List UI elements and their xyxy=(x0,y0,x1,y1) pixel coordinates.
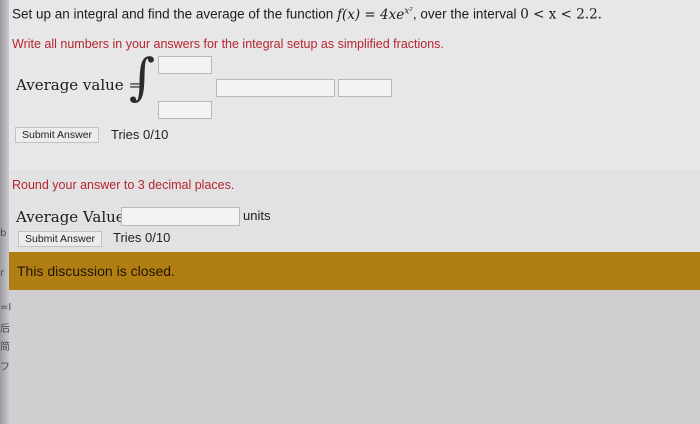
lower-limit-input[interactable] xyxy=(158,101,212,119)
function-base: f(x) = 4xe xyxy=(336,6,405,23)
tries-counter: Tries 0/10 xyxy=(113,230,171,245)
tries-counter: Tries 0/10 xyxy=(111,127,169,142)
edge-glyph: 简 xyxy=(0,342,10,353)
prompt-text: Set up an integral and find the average … xyxy=(12,6,337,22)
edge-glyph: 后 xyxy=(0,324,10,335)
rounding-instruction: Round your answer to 3 decimal places. xyxy=(12,178,235,192)
edge-glyph: =I xyxy=(0,302,12,313)
average-value-label: Average Value= xyxy=(16,208,138,226)
edge-glyph: r xyxy=(0,268,5,279)
submit-answer-button[interactable]: Submit Answer xyxy=(15,127,100,143)
prompt-text-interval: , over the interval xyxy=(412,6,521,22)
edge-glyph: b xyxy=(0,228,7,239)
question-average-value: Round your answer to 3 decimal places. A… xyxy=(9,170,700,252)
question-integral-setup: Set up an integral and find the average … xyxy=(9,0,700,170)
integrand-input[interactable] xyxy=(216,79,335,97)
question-prompt: Set up an integral and find the average … xyxy=(12,6,602,23)
average-value-input[interactable] xyxy=(121,207,240,226)
differential-input[interactable] xyxy=(338,79,392,97)
interval-expression: 0 < x < 2.2. xyxy=(520,6,602,23)
integral-sign-icon: ∫ xyxy=(129,48,156,106)
discussion-closed-banner: This discussion is closed. xyxy=(9,252,700,290)
discussion-status: This discussion is closed. xyxy=(17,263,175,279)
submit-answer-button[interactable]: Submit Answer xyxy=(18,231,103,247)
average-value-label: Average value = xyxy=(16,76,142,94)
upper-limit-input[interactable] xyxy=(158,56,212,74)
units-label: units xyxy=(243,208,271,223)
function-expression: f(x) = 4xex² xyxy=(336,6,413,23)
edge-glyph: フ xyxy=(0,362,10,373)
fraction-instruction: Write all numbers in your answers for th… xyxy=(12,37,444,51)
function-exponent: x² xyxy=(404,6,413,16)
